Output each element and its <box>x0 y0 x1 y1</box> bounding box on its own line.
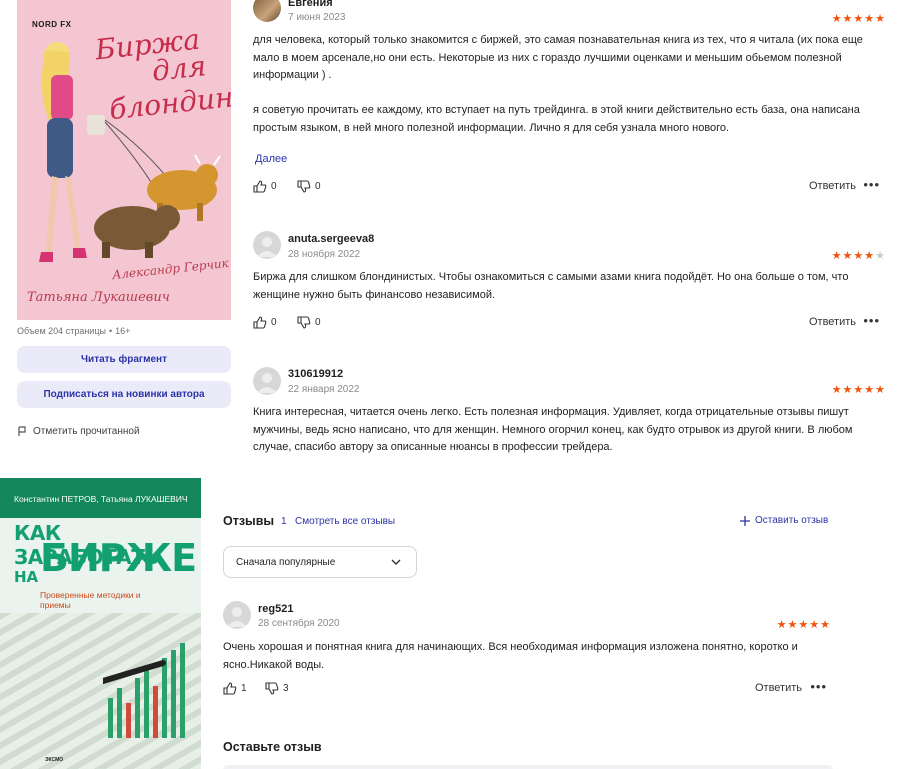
more-options-icon[interactable]: ••• <box>863 177 880 192</box>
avatar[interactable] <box>253 0 281 22</box>
read-more-link[interactable]: Далее <box>255 153 287 165</box>
see-all-reviews-link[interactable]: Смотреть все отзывы <box>295 516 395 527</box>
reviews-count: 1 <box>281 516 287 527</box>
thumbs-down-icon <box>265 682 279 695</box>
book-cover-biржа-dlya-blondinok[interactable]: NORD FX Биржа для блондинок Александр Ге… <box>17 0 231 320</box>
reply-button[interactable]: Ответить <box>809 316 856 328</box>
rating-stars: ★★★★★ <box>831 13 886 25</box>
review-actions: 1 3 Ответить ••• <box>223 679 833 698</box>
like-button[interactable]: 0 <box>253 180 277 193</box>
cover-publisher-logo: ЭКСМО <box>45 757 64 763</box>
rating-stars: ★★★★★ <box>831 250 886 262</box>
review-date: 28 ноября 2022 <box>288 249 361 260</box>
like-count: 1 <box>241 683 247 694</box>
review-input-box[interactable] <box>223 765 833 769</box>
like-count: 0 <box>271 181 277 192</box>
cover-authors: Константин ПЕТРОВ, Татьяна ЛУКАШЕВИЧ <box>0 478 201 518</box>
thumbs-up-icon <box>223 682 237 695</box>
leave-review-heading: Оставьте отзыв <box>223 740 322 754</box>
review-text: Очень хорошая и понятная книга для начин… <box>223 641 798 671</box>
sort-value: Сначала популярные <box>236 556 336 568</box>
reply-button[interactable]: Ответить <box>755 682 802 694</box>
dislike-count: 0 <box>315 181 321 192</box>
cover-author-b: Татьяна Лукашевич <box>27 290 170 305</box>
review-actions: 0 0 Ответить ••• <box>253 313 886 332</box>
flag-icon <box>18 426 26 436</box>
review-author[interactable]: Евгения <box>288 0 333 9</box>
review-author[interactable]: reg521 <box>258 603 293 615</box>
reply-button[interactable]: Ответить <box>809 180 856 192</box>
user-placeholder-icon <box>257 237 277 257</box>
avatar[interactable] <box>253 367 281 395</box>
book-volume: Объем 204 страницы <box>17 326 106 336</box>
like-button[interactable]: 1 <box>223 682 247 695</box>
more-options-icon[interactable]: ••• <box>863 313 880 328</box>
thumbs-down-icon <box>297 180 311 193</box>
cover-title-big: БИРЖЕ <box>40 536 197 580</box>
like-count: 0 <box>271 317 277 328</box>
plus-icon <box>740 515 750 526</box>
age-rating: 16+ <box>115 326 131 336</box>
user-placeholder-icon <box>257 373 277 393</box>
dislike-button[interactable]: 0 <box>297 316 321 329</box>
leave-review-label: Оставить отзыв <box>755 515 829 526</box>
dislike-button[interactable]: 3 <box>265 682 289 695</box>
review-actions: 0 0 Ответить ••• <box>253 177 886 196</box>
cover-candlestick-chart <box>103 643 185 738</box>
avatar[interactable] <box>253 231 281 259</box>
book-cover-kak-zarabotat-na-birzhe[interactable]: Константин ПЕТРОВ, Татьяна ЛУКАШЕВИЧ КАК… <box>0 478 201 769</box>
review-author[interactable]: anuta.sergeeva8 <box>288 233 374 245</box>
review-text: Книга интересная, читается очень легко. … <box>253 406 853 453</box>
more-options-icon[interactable]: ••• <box>810 679 827 694</box>
cover-subtitle: Проверенные методики и приемы <box>40 590 141 610</box>
rating-stars: ★★★★★ <box>831 384 886 396</box>
dislike-count: 3 <box>283 683 289 694</box>
review-text: Биржа для слишком блондинистых. Чтобы оз… <box>253 271 849 301</box>
mark-read-label: Отметить прочитанной <box>33 426 140 437</box>
user-placeholder-icon <box>227 607 247 627</box>
thumbs-up-icon <box>253 180 267 193</box>
review-date: 22 января 2022 <box>288 384 360 395</box>
thumbs-up-icon <box>253 316 267 329</box>
thumbs-down-icon <box>297 316 311 329</box>
avatar[interactable] <box>223 601 251 629</box>
dislike-button[interactable]: 0 <box>297 180 321 193</box>
reviews-heading: Отзывы <box>223 514 275 528</box>
leave-review-button[interactable]: Оставить отзыв <box>740 515 828 526</box>
review-author[interactable]: 310619912 <box>288 368 343 380</box>
meta-separator: • <box>108 326 113 336</box>
dislike-count: 0 <box>315 317 321 328</box>
chevron-down-icon <box>391 559 401 565</box>
like-button[interactable]: 0 <box>253 316 277 329</box>
rating-stars: ★★★★★ <box>776 619 831 631</box>
cover-title-small: НА <box>14 568 39 586</box>
review-date: 7 июня 2023 <box>288 12 346 23</box>
book-meta: Объем 204 страницы • 16+ <box>17 326 130 336</box>
subscribe-author-button[interactable]: Подписаться на новинки автора <box>17 381 231 408</box>
sort-select[interactable]: Сначала популярные <box>223 546 417 578</box>
read-fragment-button[interactable]: Читать фрагмент <box>17 346 231 373</box>
review-text: для человека, который только знакомится … <box>253 34 863 134</box>
mark-read-button[interactable]: Отметить прочитанной <box>17 426 140 437</box>
review-date: 28 сентября 2020 <box>258 618 340 629</box>
